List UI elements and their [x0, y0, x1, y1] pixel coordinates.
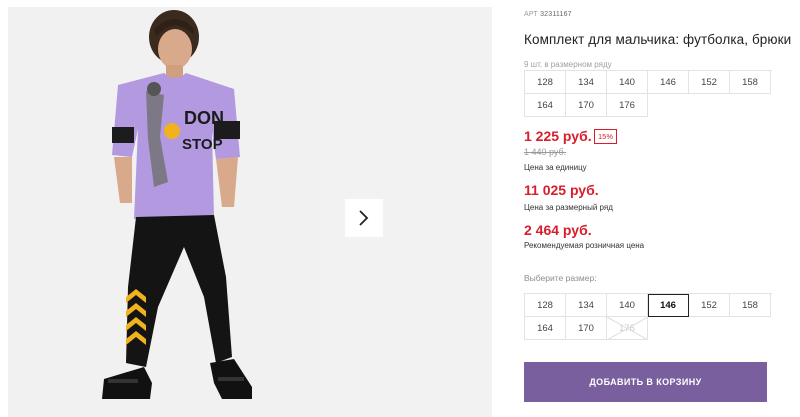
size-option-170[interactable]: 170	[566, 317, 607, 340]
size-row-cell: 176	[607, 94, 648, 117]
row-price-caption: Цена за размерный ряд	[524, 203, 613, 212]
size-option-128[interactable]: 128	[525, 294, 566, 317]
size-option-176-unavailable: 176	[607, 317, 648, 340]
unit-price: 1 225 руб.	[524, 128, 592, 144]
size-option-164[interactable]: 164	[525, 317, 566, 340]
retail-price: 2 464 руб.	[524, 222, 592, 238]
old-price: 1 440 руб.	[524, 147, 567, 157]
article-value: 32311167	[540, 11, 572, 18]
gallery-next-button[interactable]	[345, 199, 383, 237]
row-price: 11 025 руб.	[524, 182, 599, 198]
retail-price-caption: Рекомендуемая розничная цена	[524, 241, 645, 250]
size-option-140[interactable]: 140	[607, 294, 648, 317]
add-to-cart-button[interactable]: ДОБАВИТЬ В КОРЗИНУ	[524, 362, 767, 402]
size-option-134[interactable]: 134	[566, 294, 607, 317]
size-row-grid: 128 134 140 146 152 158 164 170 176	[524, 70, 772, 117]
product-photo: DON STOP	[8, 7, 322, 417]
size-row-cell: 158	[730, 71, 771, 94]
article-number: АРТ 32311167	[524, 11, 572, 18]
size-row-cell: 128	[525, 71, 566, 94]
article-label: АРТ	[524, 11, 538, 18]
size-row-cell: 164	[525, 94, 566, 117]
size-row-cell: 170	[566, 94, 607, 117]
size-option-152[interactable]: 152	[689, 294, 730, 317]
chevron-right-icon	[359, 210, 369, 226]
size-row-cell: 152	[689, 71, 730, 94]
size-option-146-selected[interactable]: 146	[648, 294, 689, 317]
discount-badge: 15%	[594, 129, 618, 144]
size-row-note: 9 шт. в размерном ряду	[524, 60, 612, 69]
size-row-cell: 134	[566, 71, 607, 94]
choose-size-label: Выберите размер:	[524, 273, 597, 283]
size-option-158[interactable]: 158	[730, 294, 771, 317]
unit-price-caption: Цена за единицу	[524, 163, 587, 172]
size-row-cell: 140	[607, 71, 648, 94]
size-row-cell: 146	[648, 71, 689, 94]
product-gallery: DON STOP	[8, 7, 492, 417]
strikethrough-icon	[607, 317, 647, 339]
product-title: Комплект для мальчика: футболка, брюки	[524, 32, 792, 47]
shirt-print-line1: DON	[184, 108, 224, 128]
shirt-print-line2: STOP	[182, 136, 223, 153]
size-picker: 128 134 140 146 152 158 164 170 176	[524, 293, 772, 340]
